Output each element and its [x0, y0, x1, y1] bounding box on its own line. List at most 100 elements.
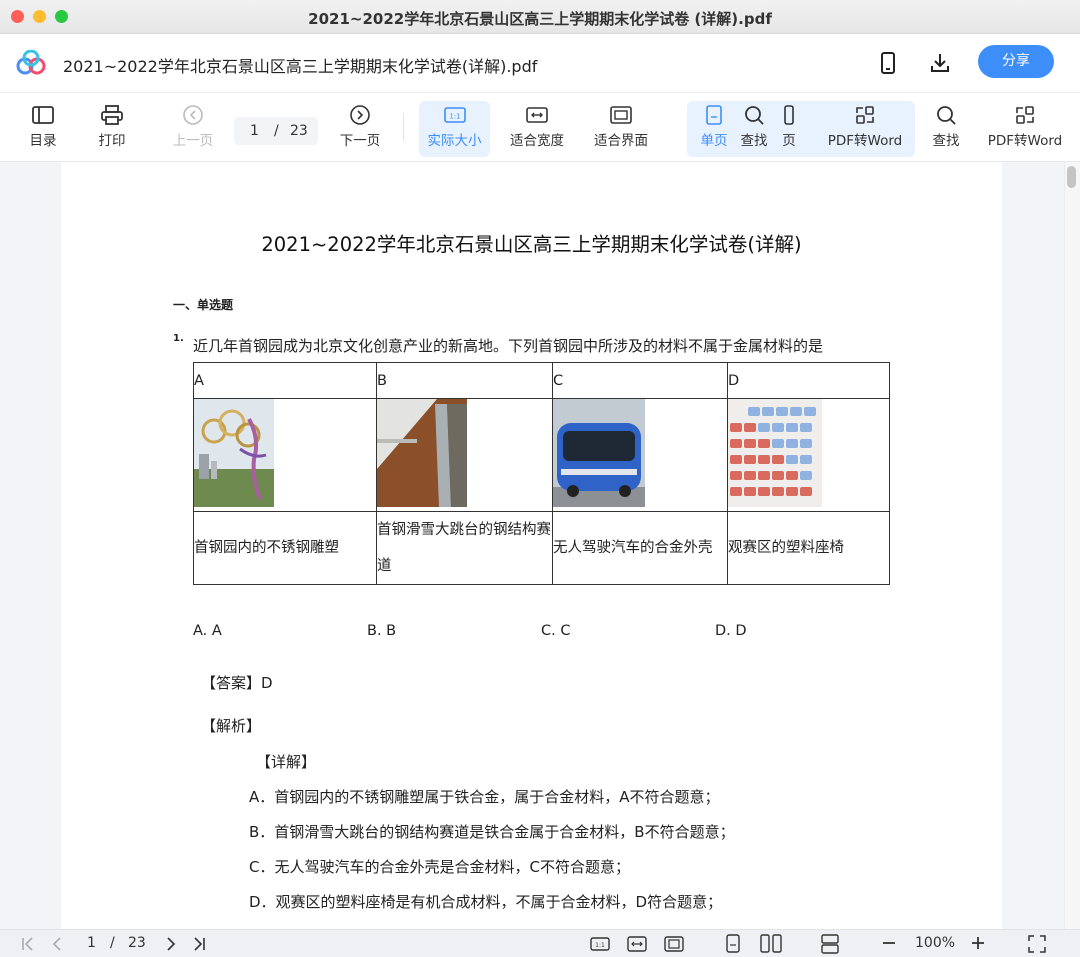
table-image-cell-d: [727, 398, 890, 512]
convert-icon: [856, 106, 874, 124]
explanation-c: C．无人驾驶汽车的合金外壳是合金材料，C不符合题意；: [249, 858, 630, 876]
question-text: 近几年首钢园成为北京文化创意产业的新高地。下列首钢园中所涉及的材料不属于金属材料…: [193, 337, 824, 355]
window-title: 2021~2022学年北京石景山区高三上学期期末化学试卷 (详解).pdf: [308, 10, 772, 28]
fit-width-button[interactable]: 适合宽度: [503, 93, 571, 161]
file-title: 2021~2022学年北京石景山区高三上学期期末化学试卷(详解).pdf: [63, 57, 538, 76]
find-button[interactable]: 查找: [736, 93, 772, 161]
toc-button[interactable]: 目录: [18, 93, 68, 161]
actual-size-icon: 1:1: [443, 107, 466, 123]
convert-icon: [1016, 106, 1034, 124]
table-header-a: A: [193, 362, 377, 399]
chevron-left-circle-icon: [183, 105, 203, 125]
zoom-in-icon[interactable]: [970, 935, 986, 951]
choice-b: B. B: [367, 623, 397, 639]
next-label: 下一页: [339, 133, 381, 149]
status-bar: 1 / 23 1:1 100%: [0, 929, 1080, 957]
pdf-to-word-label: PDF转Word: [827, 133, 903, 149]
explanation-b: B．首钢滑雪大跳台的钢结构赛道是铁合金属于合金材料，B不符合题意；: [249, 823, 735, 841]
ski-jump-steel-track-image: [377, 399, 467, 507]
search-icon: [745, 106, 764, 125]
choice-d: D. D: [715, 623, 747, 639]
fit-page-icon[interactable]: [664, 935, 684, 953]
total-pages: 23: [290, 123, 308, 139]
table-caption-b: 首钢滑雪大跳台的钢结构赛道: [376, 511, 553, 585]
prev-label: 上一页: [172, 133, 214, 149]
next-page-icon[interactable]: [163, 936, 179, 952]
section-title: 一、单选题: [173, 298, 234, 312]
table-caption-c: 无人驾驶汽车的合金外壳: [552, 511, 728, 585]
document-heading: 2021~2022学年北京石景山区高三上学期期末化学试卷(详解): [261, 233, 802, 256]
answer-text: 【答案】D: [201, 674, 273, 692]
first-page-icon[interactable]: [20, 936, 36, 952]
pdf-to-word-label-2: PDF转Word: [987, 133, 1063, 149]
svg-text:1:1: 1:1: [449, 113, 460, 121]
fit-page-label: 适合界面: [594, 133, 648, 149]
single-page-icon: [706, 105, 722, 125]
actual-size-label: 实际大小: [427, 133, 482, 149]
toolbar: 目录 打印 上一页 1 / 23 下一页 1:1 实际大小 适合宽度 适合界面 …: [0, 92, 1080, 162]
phone-icon[interactable]: [878, 51, 898, 75]
next-page-button[interactable]: 下一页: [334, 93, 386, 161]
status-total-pages: 23: [128, 935, 146, 951]
question-number: 1.: [173, 333, 184, 344]
fit-width-label: 适合宽度: [510, 133, 564, 149]
continuous-page-button[interactable]: 页: [778, 93, 800, 161]
stadium-plastic-seats-image: [728, 399, 822, 507]
pdf-page: 2021~2022学年北京石景山区高三上学期期末化学试卷(详解) 一、单选题 1…: [61, 162, 1002, 929]
download-icon[interactable]: [929, 51, 951, 75]
toc-label: 目录: [29, 133, 57, 149]
pdf-to-word-button-2[interactable]: PDF转Word: [982, 93, 1068, 161]
document-viewport[interactable]: 2021~2022学年北京石景山区高三上学期期末化学试卷(详解) 一、单选题 1…: [0, 162, 1080, 929]
print-button[interactable]: 打印: [87, 93, 137, 161]
single-page-button[interactable]: 单页: [696, 93, 732, 161]
continuous-scroll-icon[interactable]: [820, 934, 840, 954]
vertical-scrollbar[interactable]: [1064, 162, 1080, 929]
table-image-cell-a: [193, 398, 377, 512]
actual-size-icon[interactable]: 1:1: [590, 935, 610, 953]
page-number-box[interactable]: 1 / 23: [234, 117, 318, 145]
analysis-heading: 【解析】: [201, 717, 262, 735]
current-page-input[interactable]: 1: [250, 123, 259, 139]
zoom-out-icon[interactable]: [881, 935, 897, 951]
two-page-icon[interactable]: [760, 934, 782, 954]
table-header-b: B: [376, 362, 553, 399]
printer-icon: [101, 105, 123, 125]
find-button-2[interactable]: 查找: [928, 93, 964, 161]
page-partial-label: 页: [782, 133, 796, 149]
svg-text:1:1: 1:1: [595, 942, 605, 949]
toc-icon: [32, 106, 54, 124]
last-page-icon[interactable]: [191, 936, 207, 952]
single-page-icon[interactable]: [724, 934, 742, 954]
options-table: A B C D 首钢园内的不锈钢雕塑 首钢滑雪大跳台的钢结构赛道 无人驾驶汽车的…: [193, 362, 890, 585]
print-label: 打印: [98, 133, 126, 149]
fit-width-icon[interactable]: [627, 935, 647, 953]
status-page-separator: /: [110, 935, 115, 951]
toolbar-divider: [403, 113, 404, 141]
search-icon: [937, 106, 956, 125]
prev-page-icon[interactable]: [49, 936, 65, 952]
table-header-d: D: [727, 362, 890, 399]
driverless-bus-image: [553, 399, 645, 507]
explanation-d: D．观赛区的塑料座椅是有机合成材料，不属于合金材料，D符合题意；: [249, 893, 723, 911]
table-header-c: C: [552, 362, 728, 399]
detail-heading: 【详解】: [256, 753, 317, 771]
fit-page-icon: [610, 106, 632, 124]
page-icon: [784, 105, 794, 125]
status-current-page[interactable]: 1: [87, 935, 96, 951]
prev-page-button[interactable]: 上一页: [166, 93, 220, 161]
olympic-rings-sculpture-image: [194, 399, 274, 507]
fullscreen-icon[interactable]: [1028, 935, 1046, 953]
zoom-level[interactable]: 100%: [915, 935, 955, 951]
window-titlebar: 2021~2022学年北京石景山区高三上学期期末化学试卷 (详解).pdf: [0, 0, 1080, 34]
scrollbar-thumb[interactable]: [1067, 166, 1076, 188]
find-label-2: 查找: [932, 133, 960, 149]
fit-page-button[interactable]: 适合界面: [587, 93, 655, 161]
table-image-cell-b: [376, 398, 553, 512]
table-image-cell-c: [552, 398, 728, 512]
share-button[interactable]: 分享: [978, 45, 1054, 78]
actual-size-button[interactable]: 1:1 实际大小: [421, 93, 488, 161]
chevron-right-circle-icon: [350, 105, 370, 125]
pdf-to-word-button[interactable]: PDF转Word: [822, 93, 908, 161]
table-caption-a: 首钢园内的不锈钢雕塑: [193, 511, 377, 585]
app-header: 2021~2022学年北京石景山区高三上学期期末化学试卷(详解).pdf 分享: [0, 34, 1080, 92]
